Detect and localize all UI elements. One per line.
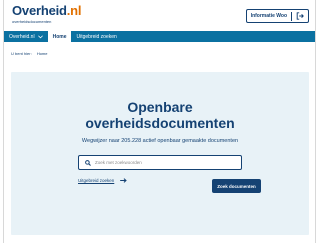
page-subtitle: Wegwijzer naar 205.228 actief openbaar g… [81, 138, 239, 144]
button-divider [291, 11, 292, 21]
search-input[interactable] [95, 160, 235, 165]
info-woo-label: Informatie Woo [250, 13, 287, 19]
nav-item-label: Overheid.nl [9, 33, 35, 40]
page-title: Openbare overheidsdocumenten [11, 99, 309, 131]
breadcrumb: U bent hier: Home [11, 51, 47, 56]
logout-icon [296, 12, 304, 20]
info-woo-button[interactable]: Informatie Woo [245, 9, 309, 23]
nav-item-label: Uitgebreid zoeken [76, 33, 117, 40]
nav-item-label: Home [52, 33, 67, 40]
search-documents-button[interactable]: Zoek documenten [212, 179, 261, 193]
nav-item-uitgebreid-zoeken[interactable]: Uitgebreid zoeken [71, 31, 121, 42]
advanced-search-label: Uitgebreid zoeken [78, 178, 115, 183]
search-icon [85, 159, 91, 166]
site-logo[interactable]: Overheid.nl overheidsdocumenten [12, 3, 82, 24]
title-line-1: Openbare [127, 99, 193, 115]
nav-item-home[interactable]: Home [47, 31, 72, 42]
breadcrumb-prefix: U bent hier: [11, 51, 32, 56]
advanced-search-link[interactable]: Uitgebreid zoeken [78, 178, 128, 183]
chevron-down-icon [37, 34, 43, 38]
main-nav: Overheid.nl Home Uitgebreid zoeken [4, 31, 315, 42]
site-header: Overheid.nl overheidsdocumenten Informat… [4, 0, 315, 30]
logo-suffix: .nl [66, 3, 82, 18]
breadcrumb-current: Home [36, 51, 48, 56]
nav-item-overheid[interactable]: Overheid.nl [4, 31, 48, 42]
logo-name-text: Overheid [12, 3, 67, 18]
page-frame: Overheid.nl overheidsdocumenten Informat… [3, 0, 316, 243]
search-box[interactable] [78, 155, 242, 170]
logo-subtitle: overheidsdocumenten [12, 19, 52, 24]
title-line-2: overheidsdocumenten [85, 115, 235, 131]
logo-name: Overheid.nl [12, 3, 82, 18]
arrow-right-icon [120, 178, 128, 183]
hero-section: Openbare overheidsdocumenten Wegwijzer n… [11, 72, 309, 235]
